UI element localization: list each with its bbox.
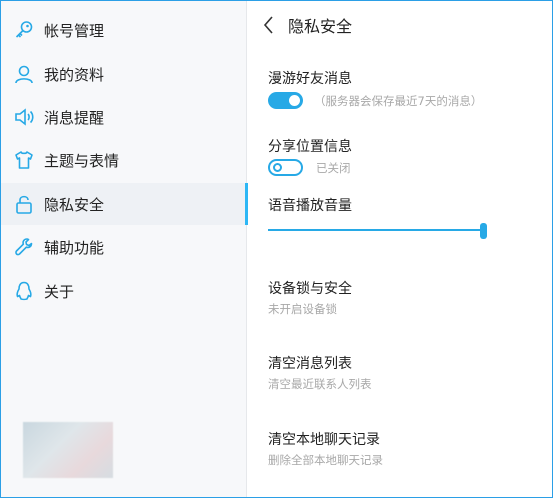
penguin-icon xyxy=(13,280,35,302)
user-icon xyxy=(13,63,35,85)
sidebar-item-label: 我的资料 xyxy=(44,65,105,84)
clear-message-list-desc: 清空最近联系人列表 xyxy=(268,377,372,391)
main-panel: 隐私安全 漫游好友消息 （服务器会保存最近7天的消息） 分享位置信息 已关闭 语… xyxy=(248,1,553,497)
device-lock-status: 未开启设备锁 xyxy=(268,302,337,316)
voice-volume-title: 语音播放音量 xyxy=(268,198,352,214)
speaker-icon xyxy=(13,106,35,128)
share-location-status: 已关闭 xyxy=(316,161,351,175)
clear-local-history-link[interactable]: 清空本地聊天记录 xyxy=(268,429,380,449)
sidebar-item-privacy[interactable]: 隐私安全 xyxy=(1,183,248,225)
sidebar-item-accessibility[interactable]: 辅助功能 xyxy=(1,226,247,268)
lock-icon xyxy=(13,193,35,215)
share-location-title: 分享位置信息 xyxy=(268,139,352,155)
sidebar-item-label: 关于 xyxy=(44,282,75,301)
key-icon xyxy=(13,19,35,41)
sidebar-item-label: 消息提醒 xyxy=(44,108,105,127)
share-location-toggle[interactable] xyxy=(268,159,303,176)
roaming-messages-toggle[interactable] xyxy=(268,92,303,109)
clear-local-history-desc: 删除全部本地聊天记录 xyxy=(268,453,383,467)
chevron-left-icon[interactable] xyxy=(260,14,278,36)
sidebar-item-account[interactable]: 帐号管理 xyxy=(1,9,247,51)
avatar xyxy=(23,422,113,478)
shirt-icon xyxy=(13,149,35,171)
sidebar-item-label: 主题与表情 xyxy=(44,151,120,170)
settings-window: 帐号管理 我的资料 消息提醒 主题与表情 隐私安全 辅助功能 关于 隐私安全 漫… xyxy=(0,0,553,498)
toggle-knob xyxy=(289,95,300,106)
wrench-icon xyxy=(13,236,35,258)
page-title: 隐私安全 xyxy=(288,17,353,36)
sidebar-item-about[interactable]: 关于 xyxy=(1,270,247,312)
sidebar-item-label: 隐私安全 xyxy=(44,195,105,214)
sidebar-item-theme[interactable]: 主题与表情 xyxy=(1,139,247,181)
sidebar-item-label: 辅助功能 xyxy=(44,238,105,257)
clear-message-list-link[interactable]: 清空消息列表 xyxy=(268,353,352,373)
toggle-knob xyxy=(273,163,282,172)
sidebar-item-notifications[interactable]: 消息提醒 xyxy=(1,96,247,138)
roaming-messages-title: 漫游好友消息 xyxy=(268,71,352,87)
roaming-messages-note: （服务器会保存最近7天的消息） xyxy=(314,94,483,108)
sidebar-item-profile[interactable]: 我的资料 xyxy=(1,53,247,95)
volume-slider-thumb[interactable] xyxy=(480,223,487,239)
device-lock-link[interactable]: 设备锁与安全 xyxy=(268,278,352,298)
sidebar: 帐号管理 我的资料 消息提醒 主题与表情 隐私安全 辅助功能 关于 xyxy=(1,1,248,497)
volume-slider-track[interactable] xyxy=(268,229,486,231)
sidebar-item-label: 帐号管理 xyxy=(44,21,105,40)
